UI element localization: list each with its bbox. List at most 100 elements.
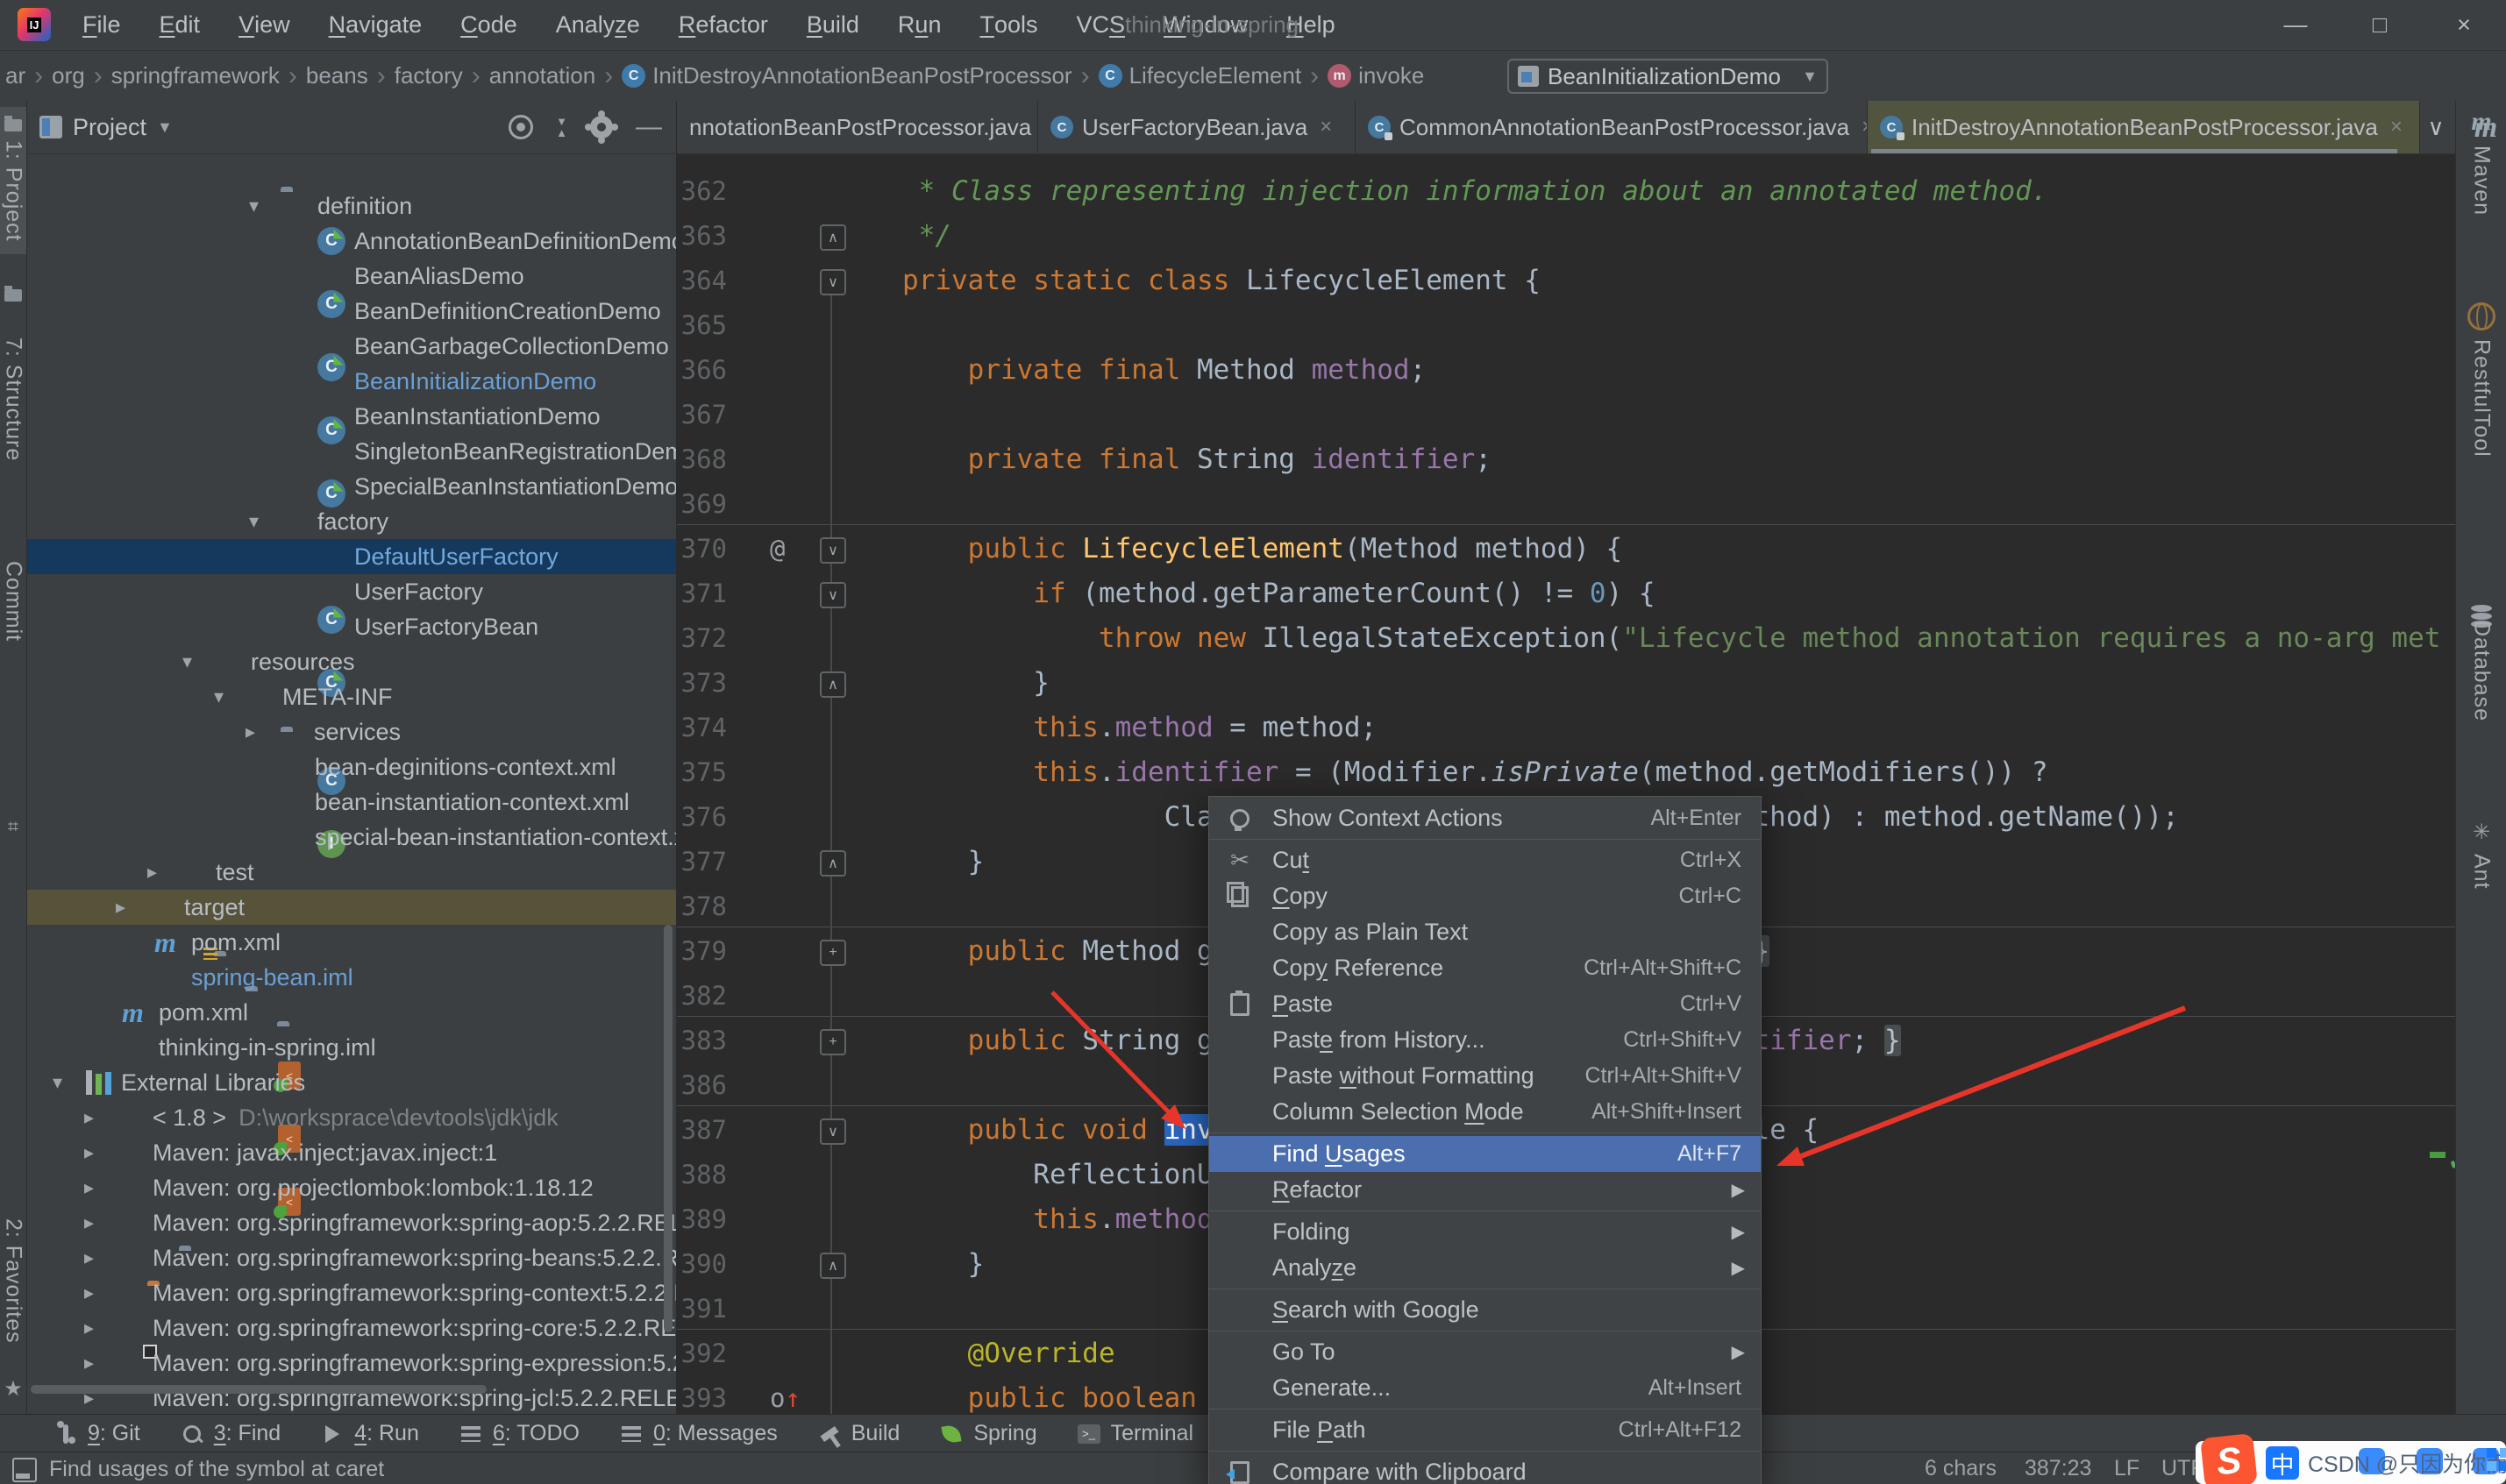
- menu-item-show-context-actions[interactable]: Show Context ActionsAlt+Enter: [1209, 800, 1761, 836]
- tree-item-label[interactable]: DefaultUserFactory: [354, 539, 559, 574]
- fold-start-icon[interactable]: ∨: [820, 537, 846, 564]
- stripe-button-plug[interactable]: ⌗: [0, 815, 26, 838]
- window-minimize-button[interactable]: —: [2253, 0, 2338, 50]
- breadcrumb-item[interactable]: annotation: [489, 62, 595, 89]
- close-icon[interactable]: ×: [2390, 115, 2403, 139]
- menubar-item-tools[interactable]: Tools: [960, 0, 1057, 50]
- stripe-button-star[interactable]: ★: [0, 1376, 26, 1402]
- toolwindow-button-9-git[interactable]: 9: Git: [53, 1421, 140, 1446]
- editor-tab[interactable]: CUserFactoryBean.java×: [1038, 101, 1356, 153]
- tree-collapsed-arrow-icon[interactable]: ▸: [84, 1346, 94, 1381]
- tree-item-label[interactable]: SpecialBeanInstantiationDemo: [354, 469, 676, 504]
- menubar-item-view[interactable]: View: [219, 0, 310, 50]
- menu-item-find-usages[interactable]: Find UsagesAlt+F7: [1209, 1136, 1761, 1172]
- maven-corner-icon[interactable]: m: [2466, 103, 2506, 153]
- tree-item-label[interactable]: Maven: org.springframework:spring-expres…: [153, 1346, 676, 1381]
- breadcrumb-item[interactable]: factory: [395, 62, 463, 89]
- tree-expanded-arrow-icon[interactable]: ▾: [214, 679, 224, 714]
- window-close-button[interactable]: ×: [2422, 0, 2506, 50]
- tree-item-label[interactable]: META-INF: [282, 679, 392, 714]
- menu-item-copy-reference[interactable]: Copy ReferenceCtrl+Alt+Shift+C: [1209, 950, 1761, 986]
- tree-collapsed-arrow-icon[interactable]: ▸: [84, 1170, 94, 1205]
- stripe-button-commit[interactable]: Commit: [0, 561, 26, 642]
- menubar-item-build[interactable]: Build: [787, 0, 879, 50]
- editor-tab[interactable]: nnotationBeanPostProcessor.java×: [677, 101, 1038, 153]
- tree-item-label[interactable]: test: [216, 855, 254, 890]
- tree-item-label[interactable]: BeanGarbageCollectionDemo: [354, 329, 669, 364]
- menubar-item-edit[interactable]: Edit: [140, 0, 220, 50]
- fold-start-icon[interactable]: ∨: [820, 582, 846, 608]
- menubar-item-refactor[interactable]: Refactor: [659, 0, 787, 50]
- fold-end-icon[interactable]: ∧: [820, 224, 846, 251]
- project-panel-header[interactable]: Project ▼ ▼▲ —: [27, 101, 676, 154]
- tree-item-label[interactable]: bean-deginitions-context.xml: [315, 749, 616, 785]
- tree-collapsed-arrow-icon[interactable]: ▸: [147, 855, 157, 890]
- menu-item-generate-[interactable]: Generate...Alt+Insert: [1209, 1370, 1761, 1406]
- locate-icon[interactable]: [509, 115, 533, 139]
- tree-item-label[interactable]: bean-instantiation-context.xml: [315, 785, 630, 820]
- menu-item-paste-from-history-[interactable]: Paste from History...Ctrl+Shift+V: [1209, 1022, 1761, 1058]
- run-config-select[interactable]: BeanInitializationDemo ▼: [1507, 59, 1828, 94]
- stripe-button-database[interactable]: Database: [2457, 605, 2506, 721]
- menubar-item-navigate[interactable]: Navigate: [310, 0, 442, 50]
- tree-collapsed-arrow-icon[interactable]: ▸: [84, 1240, 94, 1275]
- tree-expanded-arrow-icon[interactable]: ▾: [53, 1065, 62, 1100]
- menu-item-copy-as-plain-text[interactable]: Copy as Plain Text: [1209, 914, 1761, 950]
- breadcrumb-item[interactable]: CLifecycleElement: [1099, 62, 1302, 89]
- breadcrumb-item[interactable]: minvoke: [1328, 62, 1424, 89]
- stripe-button-ant[interactable]: ✳Ant: [2457, 820, 2506, 890]
- stripe-button-7-structure[interactable]: 7: Structure: [0, 337, 26, 461]
- tree-item-label[interactable]: External Libraries: [121, 1065, 305, 1100]
- fold-end-icon[interactable]: ∧: [820, 850, 846, 877]
- tree-collapsed-arrow-icon[interactable]: ▸: [116, 890, 125, 925]
- tree-item-label[interactable]: UserFactoryBean: [354, 609, 538, 644]
- fold-end-icon[interactable]: ∧: [820, 671, 846, 698]
- tree-item-label[interactable]: spring-bean.iml: [191, 960, 353, 995]
- stripe-button-2-favorites[interactable]: 2: Favorites: [0, 1218, 26, 1344]
- tree-item-label[interactable]: BeanAliasDemo: [354, 259, 524, 294]
- breadcrumb-item[interactable]: beans: [306, 62, 368, 89]
- toolwindow-button-0-messages[interactable]: 0: Messages: [618, 1421, 778, 1446]
- tree-item-label[interactable]: resources: [251, 644, 355, 679]
- menu-item-refactor[interactable]: Refactor▶: [1209, 1172, 1761, 1208]
- tree-item-label[interactable]: factory: [317, 504, 388, 539]
- tree-item-label[interactable]: services: [314, 714, 401, 749]
- tree-collapsed-arrow-icon[interactable]: ▸: [84, 1275, 94, 1310]
- toolwindow-button-spring[interactable]: Spring: [938, 1421, 1036, 1446]
- tree-item-label[interactable]: Maven: org.projectlombok:lombok:1.18.12: [153, 1170, 594, 1205]
- menubar-item-analyze[interactable]: Analyze: [537, 0, 659, 50]
- tree-collapsed-arrow-icon[interactable]: ▸: [84, 1310, 94, 1346]
- tree-item-label[interactable]: target: [184, 890, 245, 925]
- fold-start-icon[interactable]: ∨: [820, 1118, 846, 1145]
- tree-item-label[interactable]: special-bean-instantiation-context.xml: [315, 820, 676, 855]
- hide-panel-icon[interactable]: —: [636, 112, 662, 142]
- tree-item-label[interactable]: pom.xml: [191, 925, 281, 960]
- menu-item-copy[interactable]: CopyCtrl+C: [1209, 878, 1761, 914]
- tree-item-label[interactable]: BeanInitializationDemo: [354, 364, 596, 399]
- window-maximize-button[interactable]: □: [2338, 0, 2422, 50]
- window-layout-icon[interactable]: [12, 1458, 37, 1482]
- fold-plus-icon[interactable]: +: [820, 1029, 846, 1055]
- tree-expanded-arrow-icon[interactable]: ▾: [249, 504, 259, 539]
- tree-horizontal-scrollbar[interactable]: [31, 1385, 487, 1394]
- toolwindow-button-3-find[interactable]: 3: Find: [179, 1421, 281, 1446]
- toolwindow-button-4-run[interactable]: 4: Run: [319, 1421, 419, 1446]
- toolwindow-button-build[interactable]: Build: [816, 1421, 901, 1446]
- tree-item-label[interactable]: BeanDefinitionCreationDemo: [354, 294, 661, 329]
- menu-item-folding[interactable]: Folding▶: [1209, 1214, 1761, 1250]
- breadcrumb-item[interactable]: springframework: [111, 62, 280, 89]
- tree-collapsed-arrow-icon[interactable]: ▸: [84, 1205, 94, 1240]
- tree-vertical-scrollbar[interactable]: [664, 925, 673, 1332]
- breadcrumb-item[interactable]: ar: [5, 62, 25, 89]
- tree-item-label[interactable]: Maven: javax.inject:javax.inject:1: [153, 1135, 497, 1170]
- toolwindow-button-6-todo[interactable]: 6: TODO: [458, 1421, 580, 1446]
- breadcrumb-item[interactable]: org: [52, 62, 85, 89]
- menu-item-analyze[interactable]: Analyze▶: [1209, 1250, 1761, 1286]
- tree-collapsed-arrow-icon[interactable]: ▸: [84, 1100, 94, 1135]
- breadcrumb-item[interactable]: CInitDestroyAnnotationBeanPostProcessor: [622, 62, 1071, 89]
- stripe-button-restfultool[interactable]: RestfulTool: [2457, 302, 2506, 458]
- menu-item-file-path[interactable]: File PathCtrl+Alt+F12: [1209, 1412, 1761, 1448]
- status-line-separator[interactable]: LF: [2114, 1452, 2139, 1484]
- tree-item-label[interactable]: SingletonBeanRegistrationDemo: [354, 434, 676, 469]
- tree-item-label[interactable]: thinking-in-spring.iml: [159, 1030, 376, 1065]
